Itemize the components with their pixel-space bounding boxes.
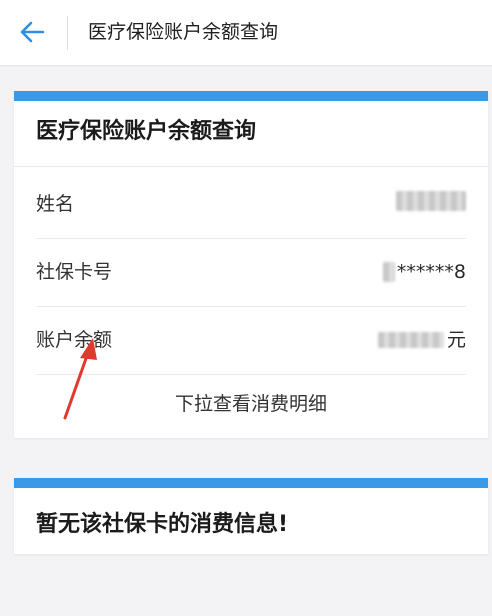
- name-row: 姓名: [36, 171, 488, 239]
- masked-balance: [377, 332, 444, 348]
- back-arrow-icon: [20, 21, 45, 43]
- currency-unit: 元: [446, 329, 466, 351]
- top-navigation-bar: 医疗保险账户余额查询: [0, 0, 492, 66]
- page-title: 医疗保险账户余额查询: [88, 21, 279, 43]
- card-number-label: 社保卡号: [36, 261, 113, 283]
- balance-value: 元: [377, 327, 466, 353]
- divider: [14, 166, 488, 167]
- card-number-value: ******8: [382, 259, 466, 285]
- card-number-suffix: ******8: [396, 261, 466, 283]
- masked-card-prefix: [382, 262, 395, 282]
- name-label: 姓名: [36, 193, 75, 215]
- card-accent-bar: [14, 91, 488, 101]
- back-button[interactable]: [10, 12, 54, 52]
- account-balance-card: 医疗保险账户余额查询 姓名 社保卡号 ******8 账户余额 元 下拉查看消费…: [14, 91, 488, 438]
- balance-row: 账户余额 元: [36, 307, 488, 375]
- view-consumption-details-link[interactable]: 下拉查看消费明细: [14, 391, 488, 417]
- divider: [36, 374, 466, 375]
- masked-name: [396, 191, 466, 211]
- nav-divider: [67, 16, 68, 50]
- card-accent-bar: [14, 478, 488, 488]
- no-consumption-message: 暂无该社保卡的消费信息!: [36, 512, 289, 537]
- consumption-info-card: 暂无该社保卡的消费信息!: [14, 478, 488, 554]
- card-heading: 医疗保险账户余额查询: [36, 119, 257, 144]
- name-value: [396, 191, 466, 211]
- card-number-row: 社保卡号 ******8: [36, 239, 488, 307]
- balance-label: 账户余额: [36, 329, 113, 351]
